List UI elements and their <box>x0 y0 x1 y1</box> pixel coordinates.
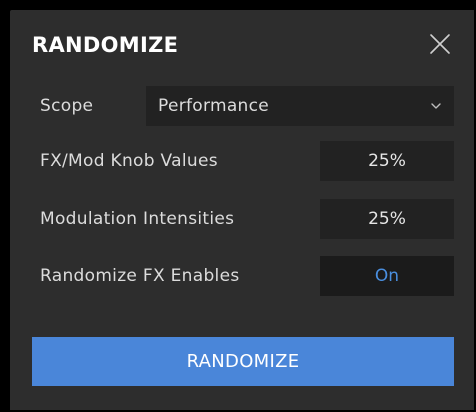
scope-dropdown[interactable]: Performance <box>146 86 454 126</box>
randomize-dialog: RANDOMIZE Scope Performance FX/Mod Knob … <box>10 10 474 410</box>
fx-mod-knob-values-row: FX/Mod Knob Values 25% <box>40 141 454 181</box>
modulation-intensities-field[interactable]: 25% <box>320 199 454 239</box>
randomize-button[interactable]: RANDOMIZE <box>32 337 454 386</box>
randomize-fx-enables-row: Randomize FX Enables On <box>40 256 454 296</box>
chevron-down-icon <box>431 103 441 109</box>
modulation-intensities-row: Modulation Intensities 25% <box>40 199 454 239</box>
scope-selected-value: Performance <box>158 96 270 116</box>
randomize-fx-enables-label: Randomize FX Enables <box>40 266 240 286</box>
fx-mod-knob-values-field[interactable]: 25% <box>320 141 454 181</box>
modulation-intensities-label: Modulation Intensities <box>40 209 235 229</box>
dialog-title: RANDOMIZE <box>32 33 179 57</box>
close-icon <box>430 34 450 54</box>
fx-mod-knob-values-label: FX/Mod Knob Values <box>40 151 218 171</box>
scope-row: Scope Performance <box>40 86 454 126</box>
randomize-fx-enables-toggle[interactable]: On <box>320 256 454 296</box>
scope-label: Scope <box>40 96 94 116</box>
close-button[interactable] <box>426 30 454 58</box>
